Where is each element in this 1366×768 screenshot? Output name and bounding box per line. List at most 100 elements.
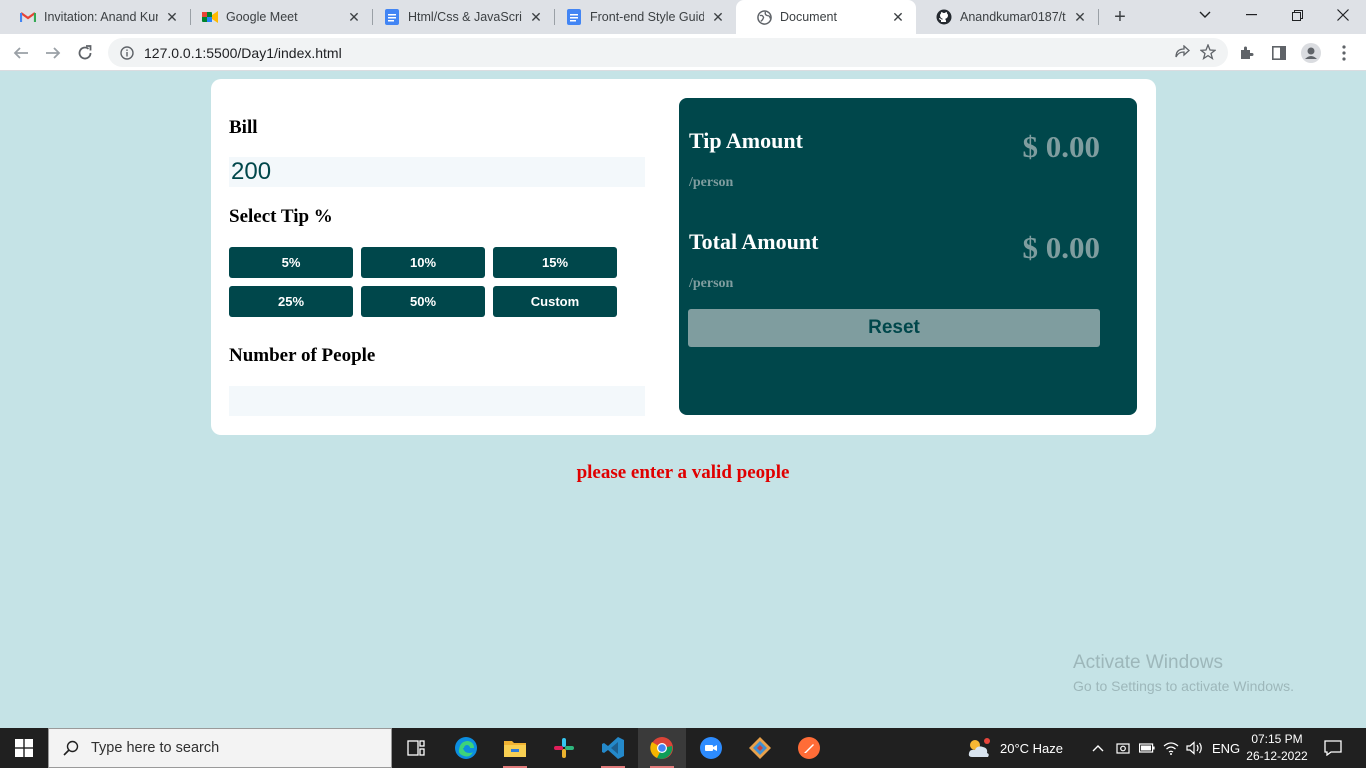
tab-label: Document <box>780 10 837 24</box>
taskbar-postman[interactable] <box>785 728 833 768</box>
tab-style-guide[interactable]: Front-end Style Guide ✕ <box>546 0 736 34</box>
share-icon[interactable] <box>1174 44 1190 65</box>
taskbar-chrome[interactable] <box>638 728 686 768</box>
weather-text: 20°C Haze <box>1000 740 1064 756</box>
close-icon[interactable]: ✕ <box>1072 9 1088 25</box>
tab-label: Anandkumar0187/tipC <box>960 10 1066 24</box>
gmail-icon <box>20 9 36 25</box>
reset-button[interactable]: Reset <box>688 309 1100 347</box>
error-message: please enter a valid people <box>576 462 790 483</box>
taskbar-edge[interactable] <box>442 728 490 768</box>
minimize-button[interactable] <box>1228 0 1274 30</box>
task-view-button[interactable] <box>392 728 440 768</box>
taskbar-zoom[interactable] <box>687 728 735 768</box>
chrome-icon <box>650 737 673 759</box>
tip-25-button[interactable]: 25% <box>229 286 353 317</box>
volume-tray[interactable] <box>1186 728 1204 768</box>
slack-icon <box>554 738 574 758</box>
tab-label: Front-end Style Guide <box>590 10 704 24</box>
chevron-down-icon <box>1199 11 1211 18</box>
menu-button[interactable] <box>1331 40 1357 66</box>
tip-15-button[interactable]: 15% <box>493 247 617 278</box>
notification-icon <box>1324 740 1342 756</box>
close-icon[interactable]: ✕ <box>528 9 544 25</box>
bill-input[interactable] <box>229 157 645 187</box>
task-view-icon <box>407 740 425 756</box>
url-text: 127.0.0.1:5500/Day1/index.html <box>144 44 342 61</box>
taskbar-app-diamond[interactable] <box>736 728 784 768</box>
meet-icon <box>202 9 218 25</box>
close-icon[interactable]: ✕ <box>346 9 362 25</box>
extensions-button[interactable] <box>1234 40 1260 66</box>
total-amount-per-person: /person <box>689 276 734 291</box>
close-icon[interactable]: ✕ <box>890 9 906 25</box>
reload-button[interactable] <box>72 40 98 66</box>
new-tab-button[interactable]: + <box>1108 5 1132 29</box>
restore-button[interactable] <box>1274 0 1320 30</box>
docs-icon <box>566 9 582 25</box>
taskbar-slack[interactable] <box>540 728 588 768</box>
side-panel-button[interactable] <box>1266 40 1292 66</box>
docs-icon <box>384 9 400 25</box>
tip-amount-value: $ 0.00 <box>1022 129 1101 164</box>
show-hidden-icons-button[interactable] <box>1092 728 1104 768</box>
back-button[interactable] <box>8 40 34 66</box>
puzzle-icon <box>1241 46 1254 59</box>
restore-icon <box>1291 9 1303 21</box>
tab-label: Google Meet <box>226 10 298 24</box>
minimize-icon <box>1245 14 1257 16</box>
tip-10-button[interactable]: 10% <box>361 247 485 278</box>
bookmark-star-icon[interactable] <box>1199 43 1217 65</box>
tab-gmail[interactable]: Invitation: Anand Kum ✕ <box>0 0 190 34</box>
tab-label: Invitation: Anand Kum <box>44 10 158 24</box>
tab-google-meet[interactable]: Google Meet ✕ <box>182 0 372 34</box>
taskbar-clock[interactable]: 07:15 PM 26-12-2022 <box>1240 731 1314 765</box>
address-bar[interactable]: 127.0.0.1:5500/Day1/index.html <box>108 38 1228 67</box>
weather-widget[interactable]: 20°C Haze <box>966 728 1063 768</box>
network-tray[interactable] <box>1163 728 1179 768</box>
tip-calculator-card: Bill Select Tip % 5% 10% 15% 25% 50% Cus… <box>211 79 1156 435</box>
clock-date: 26-12-2022 <box>1246 749 1308 763</box>
github-icon <box>936 9 952 25</box>
close-icon <box>1337 9 1349 21</box>
globe-icon <box>756 9 772 25</box>
tab-separator <box>1098 9 1099 25</box>
tip-50-button[interactable]: 50% <box>361 286 485 317</box>
close-icon[interactable]: ✕ <box>164 9 180 25</box>
tab-html-css-js[interactable]: Html/Css & JavaScript ✕ <box>364 0 554 34</box>
chevron-up-icon <box>1092 745 1104 752</box>
bill-label: Bill <box>229 117 258 138</box>
meet-now-tray[interactable] <box>1116 728 1130 768</box>
activate-windows-watermark: Activate Windows Go to Settings to activ… <box>1073 652 1294 694</box>
result-panel: Tip Amount $ 0.00 /person Total Amount $… <box>679 98 1137 415</box>
battery-icon <box>1139 743 1155 753</box>
tip-custom-button[interactable]: Custom <box>493 286 617 317</box>
battery-tray[interactable] <box>1139 728 1155 768</box>
taskbar-search-box[interactable]: Type here to search <box>48 728 392 768</box>
close-icon[interactable]: ✕ <box>710 9 726 25</box>
language-indicator[interactable]: ENG <box>1212 728 1240 768</box>
tip-amount-per-person: /person <box>689 175 734 190</box>
tip-5-button[interactable]: 5% <box>229 247 353 278</box>
tab-label: Html/Css & JavaScript <box>408 10 522 24</box>
browser-toolbar: 127.0.0.1:5500/Day1/index.html <box>0 34 1366 71</box>
tab-document-active[interactable]: Document ✕ <box>736 0 916 34</box>
watermark-title: Activate Windows <box>1073 652 1223 673</box>
forward-button[interactable] <box>40 40 66 66</box>
edge-icon <box>455 737 477 759</box>
taskbar-file-explorer[interactable] <box>491 728 539 768</box>
tab-search-button[interactable] <box>1182 0 1228 30</box>
taskbar-vscode[interactable] <box>589 728 637 768</box>
notification-center-button[interactable] <box>1324 728 1342 768</box>
profile-button[interactable] <box>1298 40 1324 66</box>
tab-github[interactable]: Anandkumar0187/tipC ✕ <box>916 0 1098 34</box>
start-button[interactable] <box>0 728 48 768</box>
wifi-icon <box>1163 742 1179 755</box>
close-window-button[interactable] <box>1320 0 1366 30</box>
people-input[interactable] <box>229 386 645 416</box>
people-label: Number of People <box>229 345 376 366</box>
arrow-left-icon <box>13 47 28 59</box>
search-placeholder: Type here to search <box>91 740 220 756</box>
info-icon[interactable] <box>120 45 134 60</box>
watermark-subtitle: Go to Settings to activate Windows. <box>1073 678 1294 694</box>
